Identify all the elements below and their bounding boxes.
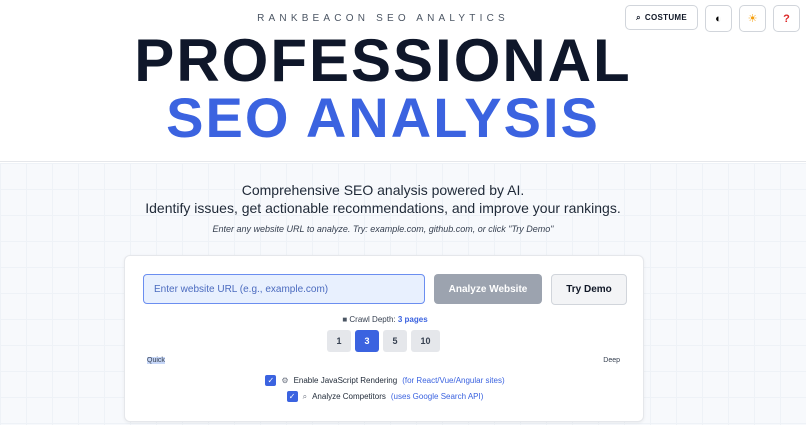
tagline-line2: Identify issues, get actionable recommen… [145,200,621,216]
theme-toggle-button[interactable]: ◐ [705,5,732,32]
chart-icon: ■ [342,315,348,324]
try-demo-button[interactable]: Try Demo [551,274,627,305]
hero-section: RANKBEACON SEO ANALYTICS PROFESSIONAL SE… [0,0,806,162]
competitors-checkbox[interactable]: ✓ [286,391,298,402]
lightbulb-icon: ☀ [747,13,758,25]
bulb-button[interactable]: ☀ [739,5,766,32]
crawl-depth-label: ■ Crawl Depth: 3 pages [125,315,645,324]
costume-button[interactable]: ⌕ COSTUME [625,5,698,30]
competitors-option[interactable]: ✓ ⌕ Analyze Competitors (uses Google Sea… [125,391,645,402]
costume-icon: ⌕ [636,12,641,22]
usage-hint: Enter any website URL to analyze. Try: e… [212,224,554,234]
url-input[interactable] [143,274,425,304]
competitors-note: (uses Google Search API) [390,392,484,401]
crawl-depth-text: Crawl Depth: [349,315,396,324]
top-actions: ⌕ COSTUME ◐ ☀ ? [625,5,800,32]
analysis-form-card: Analyze Website Try Demo ■ Crawl Depth: … [124,255,644,422]
crawl-depth-value: 3 pages [397,315,428,324]
depth-option-3[interactable]: 3 [355,330,379,352]
page-title-line1: PROFESSIONAL [134,27,632,94]
theme-icon: ◐ [715,12,722,25]
depth-option-5[interactable]: 5 [383,330,407,352]
depth-max-label: Deep [603,357,620,364]
page-title-line2: SEO ANALYSIS [166,86,600,149]
depth-option-1[interactable]: 1 [327,330,351,352]
depth-option-10[interactable]: 10 [411,330,440,352]
costume-label: COSTUME [644,13,687,22]
crawl-depth-options: 1 3 5 10 [327,330,440,352]
help-button[interactable]: ? [773,5,800,32]
tagline-line1: Comprehensive SEO analysis powered by AI… [241,182,525,198]
js-rendering-option[interactable]: ✓ ⚙ Enable JavaScript Rendering (for Rea… [125,375,645,386]
magnifier-icon: ⌕ [302,391,308,401]
js-rendering-note: (for React/Vue/Angular sites) [402,376,505,385]
question-icon: ? [783,12,790,25]
competitors-label: Analyze Competitors [312,392,386,401]
js-rendering-checkbox[interactable]: ✓ [265,375,277,386]
analyze-website-button[interactable]: Analyze Website [434,274,542,304]
js-rendering-label: Enable JavaScript Rendering [293,376,398,385]
depth-min-label: Quick [147,357,165,364]
gear-icon: ⚙ [281,376,289,385]
